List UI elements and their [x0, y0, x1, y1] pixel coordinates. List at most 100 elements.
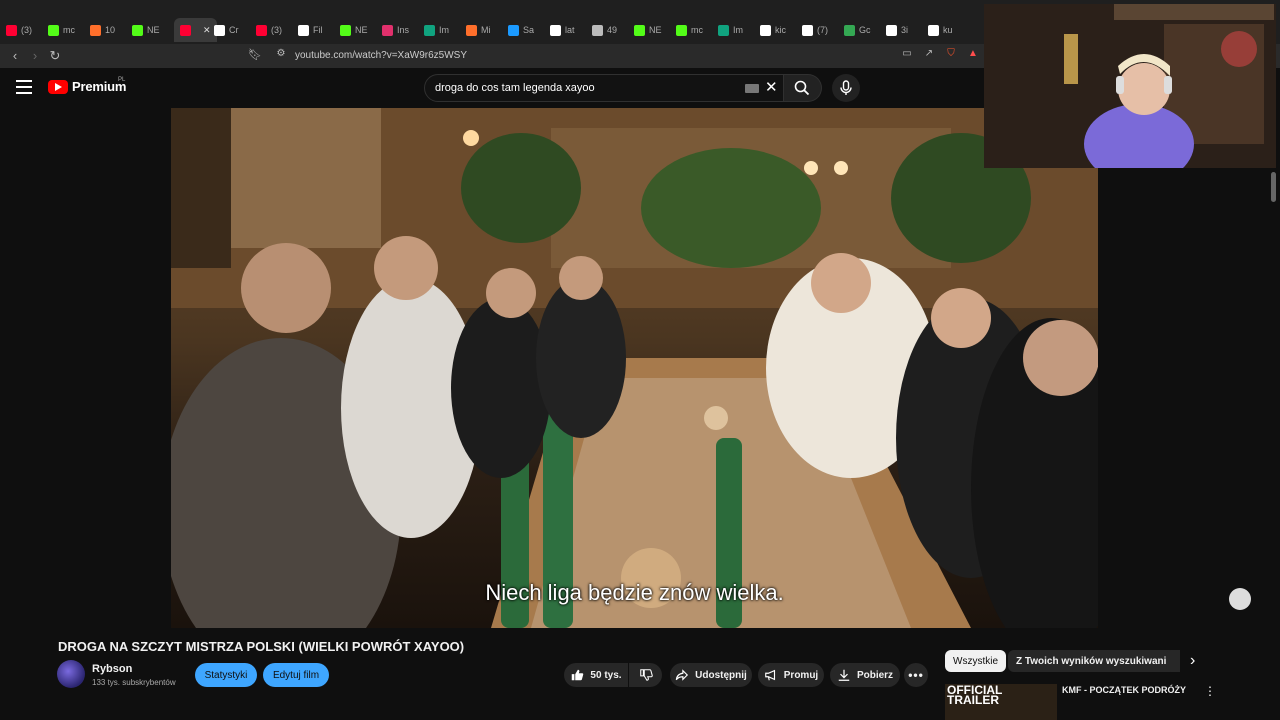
thumbnail-label: OFFICIAL TRAILER: [947, 684, 1003, 707]
chip-all[interactable]: Wszystkie: [945, 650, 1006, 672]
browser-tab[interactable]: Cr: [214, 20, 239, 40]
search-input[interactable]: droga do cos tam legenda xayoo ✕: [424, 74, 784, 102]
browser-tab[interactable]: lat: [550, 20, 575, 40]
channel-name[interactable]: Rybson: [92, 663, 132, 675]
voice-search-button[interactable]: [832, 74, 860, 102]
browser-tab[interactable]: mc: [676, 20, 703, 40]
browser-tab[interactable]: Im: [424, 20, 449, 40]
youtube-premium-logo[interactable]: Premium PL: [48, 77, 126, 94]
brave-shield-icon[interactable]: ⛉: [942, 48, 960, 59]
video-title: DROGA NA SZCZYT MISTRZA POLSKI (WIELKI P…: [58, 639, 465, 654]
floating-avatar-icon[interactable]: [1229, 588, 1251, 610]
tab-title: 10: [105, 25, 116, 35]
cast-icon[interactable]: ▭: [898, 48, 916, 59]
tab-title: ku: [943, 25, 953, 35]
microphone-icon: [840, 80, 852, 95]
share-icon: [675, 669, 689, 681]
recommendation-thumbnail[interactable]: OFFICIAL TRAILER: [945, 684, 1057, 720]
browser-tab[interactable]: 49: [592, 20, 617, 40]
tab-title: mc: [691, 25, 703, 35]
more-vertical-icon[interactable]: ⋮: [1204, 684, 1216, 698]
webcam-scene: [984, 4, 1276, 168]
close-tab-icon[interactable]: ✕: [203, 25, 211, 36]
browser-tab[interactable]: Fil: [298, 20, 323, 40]
search-icon: [794, 80, 810, 96]
tab-title: 3i: [901, 25, 909, 35]
search-button[interactable]: [784, 74, 822, 102]
browser-tab[interactable]: mc: [48, 20, 75, 40]
tab-title: Fil: [313, 25, 323, 35]
tab-favicon-icon: [592, 24, 603, 36]
rewards-icon[interactable]: ▲: [964, 48, 982, 59]
tab-title: (3): [271, 25, 282, 35]
tab-favicon-icon: [214, 24, 225, 36]
tab-title: Im: [733, 25, 743, 35]
browser-tab[interactable]: (3): [256, 20, 282, 40]
edit-video-button[interactable]: Edytuj film: [263, 663, 329, 687]
more-actions-button[interactable]: •••: [904, 663, 928, 687]
chevron-right-icon[interactable]: ›: [1190, 652, 1195, 670]
chip-partial[interactable]: [1166, 650, 1180, 672]
browser-tab[interactable]: Sa: [508, 20, 534, 40]
bookmark-icon[interactable]: 🔖︎: [246, 48, 264, 61]
tab-favicon-icon: [844, 24, 855, 36]
hamburger-menu-icon[interactable]: [16, 80, 32, 94]
browser-tab[interactable]: Gc: [844, 20, 871, 40]
reload-icon[interactable]: ↻: [46, 48, 64, 64]
forward-icon[interactable]: ›: [26, 48, 44, 63]
browser-tab[interactable]: 3i: [886, 20, 908, 40]
clear-search-icon[interactable]: ✕: [765, 78, 778, 96]
tab-favicon-icon: [928, 24, 939, 36]
browser-tab[interactable]: NE: [132, 20, 160, 40]
recommendation-title[interactable]: KMF - POCZĄTEK PODRÓŻY: [1062, 685, 1186, 695]
video-subtitle: Niech liga będzie znów wielka.: [485, 580, 784, 605]
channel-avatar[interactable]: [57, 660, 85, 688]
tab-favicon-icon: [634, 24, 645, 36]
browser-tab[interactable]: (7): [802, 20, 828, 40]
share-button[interactable]: Udostępnij: [670, 663, 752, 687]
tab-favicon-icon: [508, 24, 519, 36]
search-query-text: droga do cos tam legenda xayoo: [435, 82, 595, 94]
statistics-button[interactable]: Statystyki: [195, 663, 257, 687]
share-page-icon[interactable]: ↗: [920, 48, 938, 59]
tab-favicon-icon: [132, 24, 143, 36]
tab-favicon-icon: [886, 24, 897, 36]
browser-tab[interactable]: Mi: [466, 20, 491, 40]
browser-tab[interactable]: ✕: [174, 18, 217, 42]
dislike-button[interactable]: [629, 663, 662, 687]
keyboard-icon[interactable]: [745, 84, 759, 93]
tab-favicon-icon: [256, 24, 267, 36]
tab-title: Cr: [229, 25, 239, 35]
browser-tab[interactable]: ku: [928, 20, 953, 40]
back-icon[interactable]: ‹: [6, 48, 24, 63]
page-scrollbar[interactable]: [1271, 172, 1276, 202]
download-button[interactable]: Pobierz: [830, 663, 900, 687]
browser-tab[interactable]: NE: [340, 20, 368, 40]
video-player[interactable]: Niech liga będzie znów wielka.: [171, 108, 1098, 628]
browser-tab[interactable]: 10: [90, 20, 115, 40]
url-field[interactable]: youtube.com/watch?v=XaW9r6z5WSY: [295, 50, 467, 61]
tab-favicon-icon: [466, 24, 477, 36]
promote-label: Promuj: [783, 669, 819, 681]
chip-from-search[interactable]: Z Twoich wyników wyszukiwania: [1008, 650, 1180, 672]
site-info-icon[interactable]: ⚙: [272, 48, 290, 59]
tab-favicon-icon: [298, 24, 309, 36]
tab-favicon-icon: [424, 24, 435, 36]
video-frame-scene: [171, 108, 1098, 628]
browser-tab[interactable]: kic: [760, 20, 786, 40]
thumbs-down-icon: [639, 669, 653, 681]
browser-tab[interactable]: Ins: [382, 20, 409, 40]
tab-favicon-icon: [760, 24, 771, 36]
tab-favicon-icon: [48, 24, 59, 36]
tab-title: NE: [355, 25, 368, 35]
tab-favicon-icon: [180, 24, 191, 36]
browser-tab[interactable]: (3): [6, 20, 32, 40]
tab-title: kic: [775, 25, 786, 35]
tab-favicon-icon: [6, 24, 17, 36]
tab-title: 49: [607, 25, 618, 35]
promote-button[interactable]: Promuj: [758, 663, 824, 687]
like-button[interactable]: 50 tys.: [564, 663, 628, 687]
browser-tab[interactable]: NE: [634, 20, 662, 40]
tab-title: mc: [63, 25, 75, 35]
browser-tab[interactable]: Im: [718, 20, 743, 40]
